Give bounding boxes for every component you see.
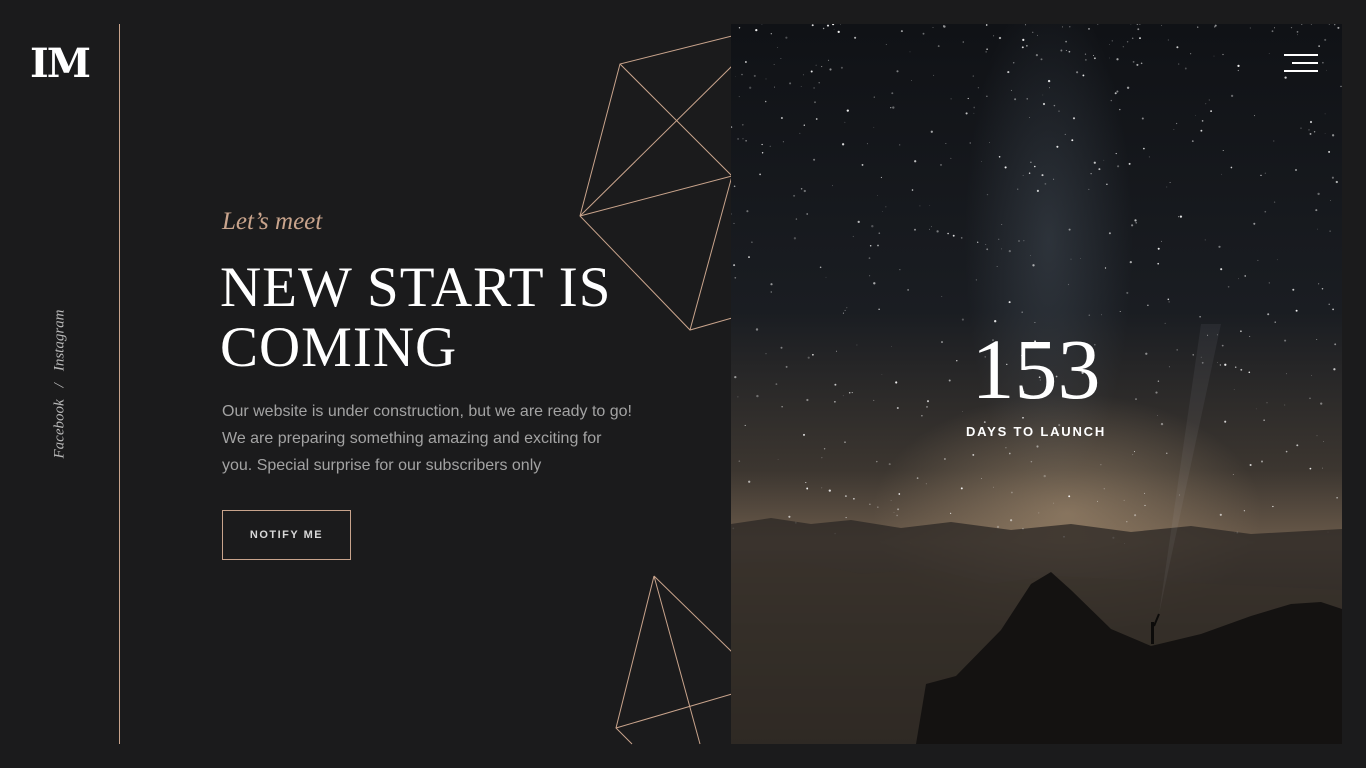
countdown-label: DAYS TO LAUNCH: [965, 424, 1107, 439]
logo[interactable]: IM: [30, 44, 91, 84]
description-text: Our website is under construction, but w…: [222, 403, 632, 474]
menu-bar: [1284, 54, 1318, 56]
menu-bar: [1292, 62, 1318, 64]
countdown-value: 153: [971, 321, 1101, 417]
eyebrow-text: Let’s meet: [222, 208, 323, 235]
facebook-link[interactable]: Facebook: [52, 399, 68, 458]
instagram-link[interactable]: Instagram: [52, 310, 68, 372]
geometric-ornament: [579, 35, 732, 745]
social-links: Facebook / Instagram: [52, 310, 69, 459]
page-title: NEW START IS COMING: [220, 256, 612, 379]
hamburger-menu-icon[interactable]: [1284, 54, 1318, 74]
divider-line: [119, 24, 120, 744]
social-separator: /: [51, 383, 68, 388]
notify-me-button[interactable]: NOTIFY ME: [222, 510, 351, 560]
menu-bar: [1284, 70, 1318, 72]
